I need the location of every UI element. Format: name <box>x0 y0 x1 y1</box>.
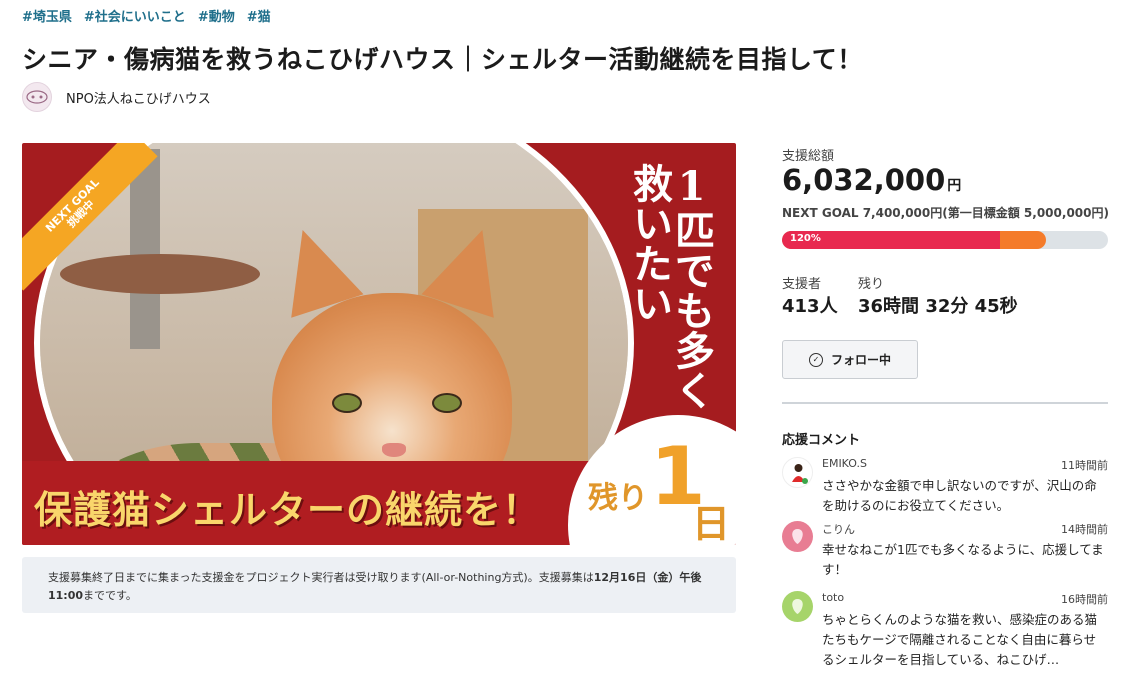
comment-text: 幸せなねこが1匹でも多くなるように、応援してます！ <box>822 542 1104 577</box>
funding-currency: 円 <box>947 178 962 194</box>
supporters-value: 413人 <box>782 296 838 317</box>
tag-list: #埼玉県 #社会にいいこと #動物 #猫 <box>22 6 271 25</box>
comment-time: 11時間前 <box>1061 459 1108 472</box>
tag-social-good[interactable]: #社会にいいこと <box>84 6 186 25</box>
comment-text: ささやかな金額で申し訳ないのですが、沢山の命を助けるのにお役立てください。 <box>822 478 1097 513</box>
hero-slogan: 1匹でも多く救いたい <box>626 163 715 410</box>
comment-time: 14時間前 <box>1061 523 1108 536</box>
avatar[interactable] <box>782 521 813 552</box>
follow-button-label: フォロー中 <box>830 353 891 367</box>
supporters-label: 支援者 <box>782 277 822 292</box>
comment-text: ちゃとらくんのような猫を救い、感染症のある猫たちもケージで隔離されることなく自由… <box>822 612 1098 667</box>
funding-amount-value: 6,032,000 <box>782 163 946 197</box>
notice-text: 支援募集終了日までに集まった支援金をプロジェクト実行者は受け取ります(All-o… <box>48 571 594 584</box>
remain-label: 残り <box>588 481 648 516</box>
follow-button[interactable]: ✓ フォロー中 <box>782 340 918 379</box>
all-or-nothing-notice: 支援募集終了日までに集まった支援金をプロジェクト実行者は受け取ります(All-o… <box>22 557 736 613</box>
remain-unit: 日 <box>692 502 731 545</box>
comment-author[interactable]: こりん <box>822 521 855 537</box>
progress-bar: 120% <box>782 231 1108 249</box>
next-goal-text: NEXT GOAL 7,400,000円(第一目標金額 5,000,000円) <box>782 206 1109 220</box>
comments-title: 応援コメント <box>782 433 861 448</box>
hero-banner-text: 保護猫シェルターの継続を！ <box>34 488 542 532</box>
remaining-label: 残り <box>858 277 885 292</box>
organization[interactable]: NPO法人ねこひげハウス <box>22 82 211 112</box>
hero-image: 1匹でも多く救いたい NEXT GOAL 挑戦中 保護猫シェルターの継続を！ 残… <box>22 143 736 545</box>
remaining-value: 36時間 32分 45秒 <box>858 296 1018 317</box>
check-circle-icon: ✓ <box>808 352 823 367</box>
comment-author[interactable]: toto <box>822 591 844 604</box>
avatar[interactable] <box>782 591 813 622</box>
notice-suffix: までです。 <box>83 588 137 602</box>
tag-saitama[interactable]: #埼玉県 <box>22 6 72 25</box>
funding-label: 支援総額 <box>782 149 835 164</box>
tag-animal[interactable]: #動物 <box>198 6 235 25</box>
tag-cat[interactable]: #猫 <box>247 6 271 25</box>
organization-logo-icon <box>22 82 52 112</box>
avatar[interactable] <box>782 457 813 488</box>
comment-time: 16時間前 <box>1061 593 1108 606</box>
organization-name[interactable]: NPO法人ねこひげハウス <box>66 88 211 107</box>
project-title: シニア・傷病猫を救うねこひげハウス｜シェルター活動継続を目指して！ <box>22 45 863 74</box>
divider <box>782 402 1108 404</box>
comment-author[interactable]: EMIKO.S <box>822 457 867 470</box>
progress-percent: 120% <box>790 233 821 244</box>
funding-amount: 6,032,000 円 <box>782 163 961 197</box>
